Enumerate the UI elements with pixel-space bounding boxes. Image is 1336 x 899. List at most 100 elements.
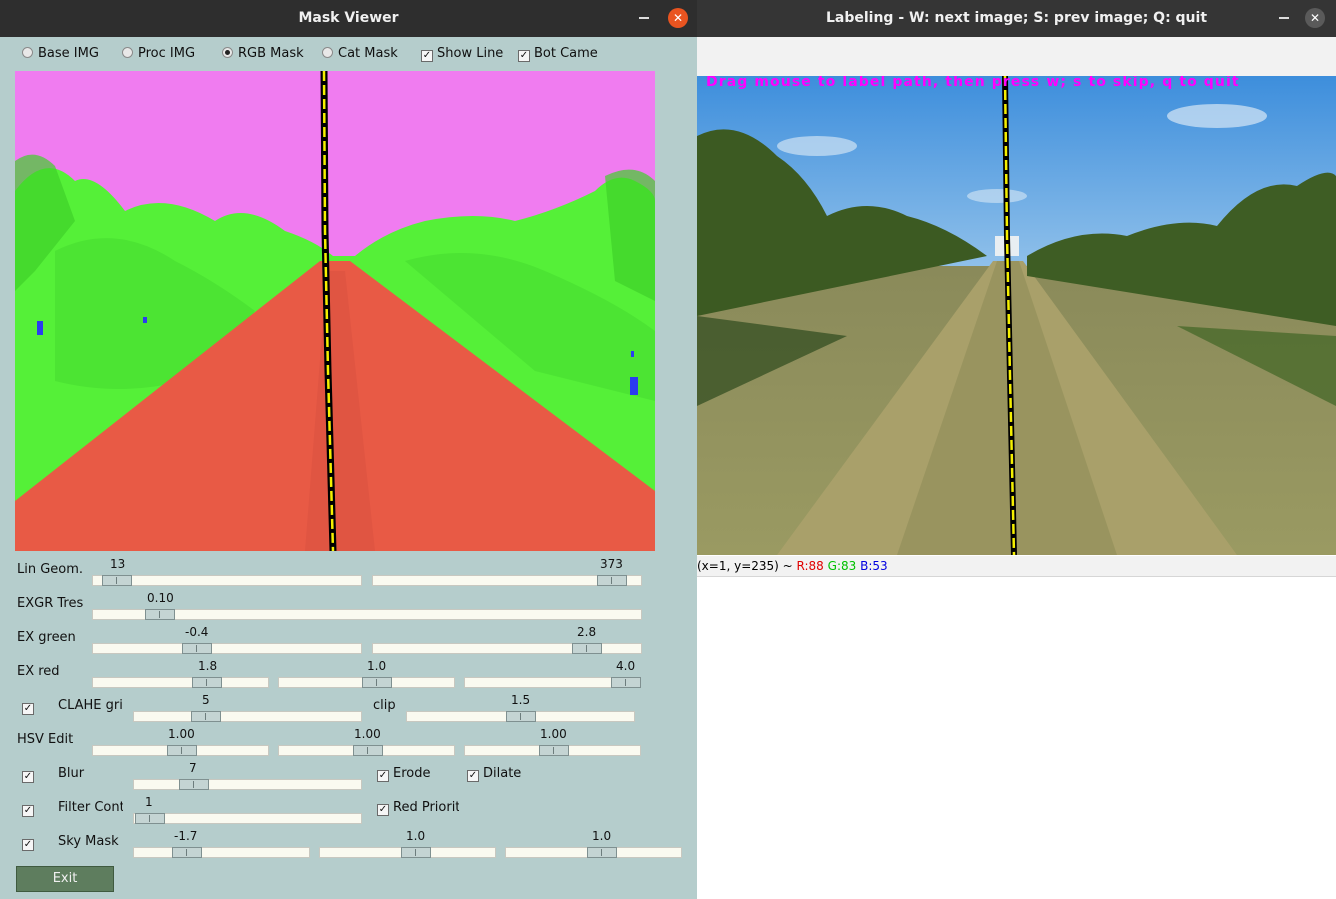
exgr-slider[interactable] <box>92 609 642 620</box>
hsv-slider-3[interactable] <box>464 745 641 756</box>
ex-green-label: EX green <box>17 630 76 645</box>
bot-camera-checkbox[interactable]: ✓ Bot Camera <box>518 46 598 62</box>
erode-checkbox[interactable]: ✓ Erode <box>377 766 430 782</box>
filter-contours-checkbox[interactable]: ✓ <box>22 801 38 817</box>
radio-rgb-mask[interactable]: RGB Mask <box>222 46 304 61</box>
minimize-icon[interactable] <box>639 17 649 19</box>
slider-handle[interactable] <box>167 745 197 756</box>
filter-contours-value: 1 <box>145 795 153 809</box>
slider-handle[interactable] <box>191 711 221 722</box>
clip-slider[interactable] <box>406 711 635 722</box>
slider-handle[interactable] <box>179 779 209 790</box>
red-priority-checkbox[interactable]: ✓ Red Priority <box>377 800 459 816</box>
checkbox-label: Dilate <box>483 766 522 781</box>
ex-green-max-value: 2.8 <box>577 625 597 639</box>
radio-base-img[interactable]: Base IMG <box>22 46 99 61</box>
slider-handle[interactable] <box>401 847 431 858</box>
hsv-edit-label: HSV Edit <box>17 732 74 747</box>
slider-handle[interactable] <box>353 745 383 756</box>
exgr-label: EXGR Treshold <box>17 596 83 611</box>
radio-label: RGB Mask <box>238 46 304 61</box>
lin-geom-label: Lin Geom. <box>17 562 84 577</box>
blur-value: 7 <box>189 761 197 775</box>
exit-button[interactable]: Exit <box>16 866 114 892</box>
lin-geom-max-slider[interactable] <box>372 575 642 586</box>
hsv-slider-1[interactable] <box>92 745 269 756</box>
labeling-titlebar[interactable]: Labeling - W: next image; S: prev image;… <box>697 0 1336 37</box>
lin-geom-min-value: 13 <box>110 557 126 571</box>
checkbox-indicator: ✓ <box>22 839 34 851</box>
radio-indicator <box>122 47 133 58</box>
slider-handle[interactable] <box>597 575 627 586</box>
slider-handle[interactable] <box>172 847 202 858</box>
clip-value: 1.5 <box>511 693 531 707</box>
sky-mask-slider-1[interactable] <box>133 847 310 858</box>
red-channel-value: R:88 <box>796 559 824 573</box>
checkbox-indicator: ✓ <box>467 770 479 782</box>
checkbox-label: Red Priority <box>393 800 459 815</box>
obstacle-blob <box>37 321 43 335</box>
pixel-status-bar: (x=1, y=235) ~ R:88 G:83 B:53 <box>697 556 1336 577</box>
show-line-checkbox[interactable]: ✓ Show Line <box>421 46 503 62</box>
sky-mask-value-3: 1.0 <box>592 829 612 843</box>
blur-label: Blur <box>58 766 85 781</box>
ex-green-min-slider[interactable] <box>92 643 362 654</box>
radio-cat-mask[interactable]: Cat Mask <box>322 46 398 61</box>
slider-handle[interactable] <box>539 745 569 756</box>
checkbox-indicator: ✓ <box>22 771 34 783</box>
ex-green-max-slider[interactable] <box>372 643 642 654</box>
labeling-title: Labeling - W: next image; S: prev image;… <box>825 10 1208 26</box>
clahe-checkbox[interactable]: ✓ <box>22 699 38 715</box>
hsv-slider-2[interactable] <box>278 745 455 756</box>
slider-handle[interactable] <box>192 677 222 688</box>
checkbox-indicator: ✓ <box>377 804 389 816</box>
ex-red-label: EX red <box>17 664 60 679</box>
slider-handle[interactable] <box>611 677 641 688</box>
slider-handle[interactable] <box>506 711 536 722</box>
obstacle-blob <box>631 351 634 357</box>
slider-handle[interactable] <box>102 575 132 586</box>
slider-handle[interactable] <box>182 643 212 654</box>
ex-red-slider-3[interactable] <box>464 677 641 688</box>
filter-contours-label: Filter Contours <box>58 800 123 815</box>
orchard-photo <box>697 76 1336 555</box>
close-icon[interactable]: ✕ <box>668 8 688 28</box>
minimize-icon[interactable] <box>1279 17 1289 19</box>
slider-handle[interactable] <box>587 847 617 858</box>
slider-handle[interactable] <box>572 643 602 654</box>
radio-proc-img[interactable]: Proc IMG <box>122 46 195 61</box>
labeling-image[interactable]: Drag mouse to label path, then press w; … <box>697 76 1336 555</box>
sky-mask-slider-3[interactable] <box>505 847 682 858</box>
clahe-grid-value: 5 <box>202 693 210 707</box>
hsv-value-3: 1.00 <box>540 727 567 741</box>
checkbox-label: Show Line <box>437 46 504 61</box>
blur-slider[interactable] <box>133 779 362 790</box>
dilate-checkbox[interactable]: ✓ Dilate <box>467 766 521 782</box>
ex-green-min-value: -0.4 <box>185 625 209 639</box>
checkbox-indicator: ✓ <box>518 50 530 62</box>
filter-contours-slider[interactable] <box>133 813 362 824</box>
hsv-value-1: 1.00 <box>168 727 195 741</box>
blur-checkbox[interactable]: ✓ <box>22 767 38 783</box>
slider-handle[interactable] <box>135 813 165 824</box>
cloud <box>777 136 857 156</box>
sky-mask-checkbox[interactable]: ✓ <box>22 835 38 851</box>
instruction-overlay: Drag mouse to label path, then press w; … <box>706 76 1240 90</box>
ex-red-slider-1[interactable] <box>92 677 269 688</box>
sky-mask-slider-2[interactable] <box>319 847 496 858</box>
sky-mask-value-2: 1.0 <box>406 829 426 843</box>
ex-red-slider-2[interactable] <box>278 677 455 688</box>
slider-handle[interactable] <box>145 609 175 620</box>
mask-viewer-window: Mask Viewer ✕ Base IMG Proc IMG RGB Mask… <box>0 0 697 899</box>
checkbox-indicator: ✓ <box>421 50 433 62</box>
ex-red-value-2: 1.0 <box>367 659 387 673</box>
slider-handle[interactable] <box>362 677 392 688</box>
checkbox-label: Bot Camera <box>534 46 598 61</box>
radio-label: Base IMG <box>38 46 99 61</box>
close-icon[interactable]: ✕ <box>1305 8 1325 28</box>
lin-geom-min-slider[interactable] <box>92 575 362 586</box>
mask-viewer-titlebar[interactable]: Mask Viewer ✕ <box>0 0 697 37</box>
labeling-toolbar <box>697 37 1336 76</box>
exgr-value: 0.10 <box>147 591 174 605</box>
clahe-grid-slider[interactable] <box>133 711 362 722</box>
